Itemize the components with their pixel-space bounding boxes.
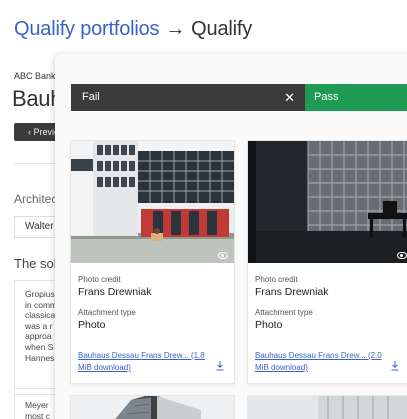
page-title: Qualify portfolios → Qualify [14,18,252,41]
photo-credit-value: Frans Drewniak [255,286,329,298]
attachment-type-label: Attachment type [78,308,136,317]
download-row: Bauhaus Dessau Frans Drew... (1.8 MiB do… [78,350,228,374]
attachment-meta: Photo credit Frans Drewniak Attachment t… [255,275,407,341]
fail-filter[interactable]: Fail ✕ [71,84,305,111]
breadcrumb-arrow-icon: → [165,18,186,40]
bauhaus-photo-4[interactable] [248,396,407,419]
attachment-photo[interactable] [248,141,407,263]
breadcrumb-current: Qualify [191,18,253,40]
photo-credit-value: Frans Drewniak [78,286,152,298]
attachment-type-value: Photo [78,319,106,331]
attachment-photo[interactable] [71,141,234,263]
download-link[interactable]: Bauhaus Dessau Frans Drew... (2.0 MiB do… [255,350,383,374]
download-icon[interactable] [216,361,224,371]
attachment-type-label: Attachment type [255,308,313,317]
breadcrumb-link-qualify-portfolios[interactable]: Qualify portfolios [14,18,160,40]
download-row: Bauhaus Dessau Frans Drew... (2.0 MiB do… [255,350,407,374]
bauhaus-photo-2 [248,141,407,263]
bauhaus-photo-3[interactable] [71,396,234,419]
attachment-card: Photo credit Frans Drewniak Attachment t… [248,141,407,383]
attachment-meta: Photo credit Frans Drewniak Attachment t… [78,275,228,341]
attachment-card [71,396,234,419]
photo-credit-label: Photo credit [255,275,298,284]
attachment-card [248,396,407,419]
eye-icon[interactable] [397,252,407,259]
fail-label: Fail [82,91,100,103]
download-icon[interactable] [391,361,399,371]
pass-button[interactable]: Pass [305,84,407,111]
download-link[interactable]: Bauhaus Dessau Frans Drew... (1.8 MiB do… [78,350,206,374]
close-icon[interactable]: ✕ [284,84,295,111]
attachment-type-value: Photo [255,319,283,331]
attachment-card: Photo credit Frans Drewniak Attachment t… [71,141,234,383]
organization-name: ABC Bank [14,71,56,81]
photo-credit-label: Photo credit [78,275,121,284]
bauhaus-photo-1 [71,141,234,263]
eye-icon[interactable] [218,252,228,259]
architect-heading: Architect [14,192,61,206]
